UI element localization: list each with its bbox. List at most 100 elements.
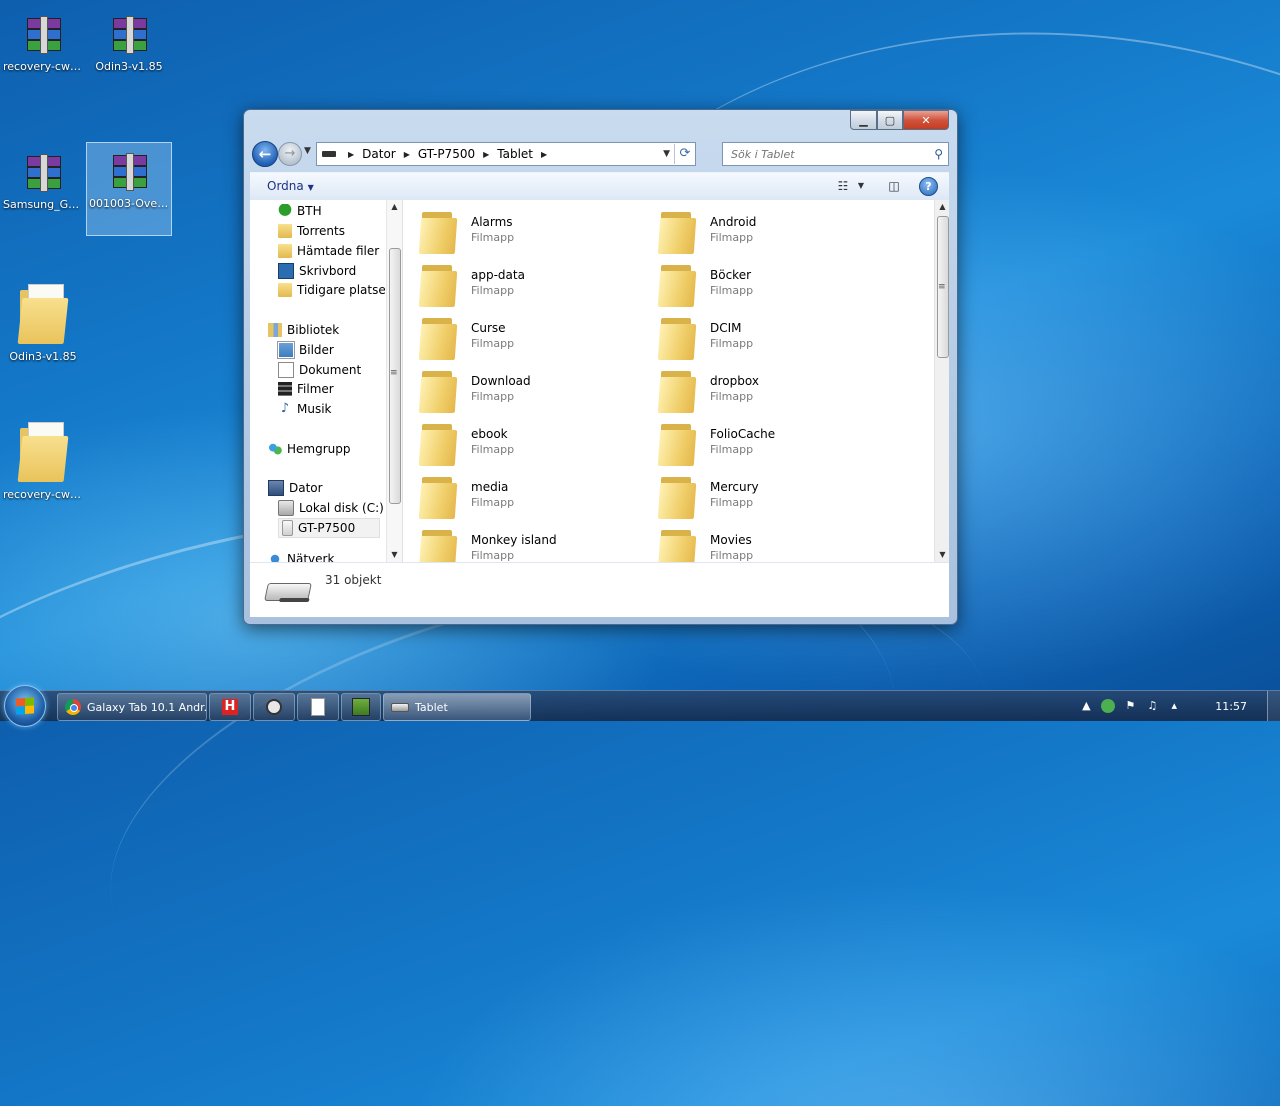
folder-item[interactable]: ebook Filmapp — [410, 418, 640, 470]
scroll-down-icon[interactable]: ▼ — [387, 548, 402, 562]
scroll-up-icon[interactable]: ▲ — [387, 200, 402, 214]
explorer-window: ▁ ▢ ✕ ← → ▼ ▶ Dator ▶ GT-P7500 ▶ Tablet … — [243, 109, 958, 625]
desktop-icon-odin-archive[interactable]: Odin3-v1.85 — [87, 6, 171, 102]
desktop-icon-label: recovery-cwm... — [3, 488, 85, 501]
nav-item-documents[interactable]: Dokument — [278, 361, 361, 379]
forward-button[interactable]: → — [278, 142, 302, 166]
nav-pane-scrollbar[interactable]: ▲ ≡ ▼ — [386, 200, 403, 562]
nav-item-pictures[interactable]: Bilder — [277, 341, 334, 359]
folder-type: Filmapp — [710, 496, 754, 509]
nav-item-videos[interactable]: Filmer — [278, 380, 334, 398]
taskbar-item-chrome[interactable]: Galaxy Tab 10.1 Andr... — [57, 693, 207, 721]
folder-item[interactable]: FolioCache Filmapp — [649, 418, 879, 470]
nav-item-torrents[interactable]: Torrents — [278, 222, 345, 240]
breadcrumb-gt-p7500[interactable]: GT-P7500 — [416, 147, 477, 161]
nav-item-libraries[interactable]: Bibliotek — [268, 321, 339, 339]
folder-name: Monkey island — [471, 533, 557, 547]
desktop-icon-samsung-archive[interactable]: Samsung_Gal... — [1, 144, 85, 236]
nav-item-label: Dator — [289, 481, 323, 495]
folder-type: Filmapp — [471, 390, 515, 403]
nav-item-recent-places[interactable]: Tidigare platser — [278, 281, 385, 299]
back-button[interactable]: ← — [252, 141, 278, 167]
folder-item[interactable]: Android Filmapp — [649, 206, 879, 258]
help-icon[interactable]: ? — [919, 177, 938, 196]
breadcrumb-separator-icon[interactable]: ▶ — [404, 150, 410, 159]
folder-item[interactable]: Monkey island Filmapp — [410, 524, 640, 562]
view-dropdown-icon[interactable]: ▼ — [855, 177, 867, 195]
recent-pages-dropdown[interactable]: ▼ — [304, 146, 311, 156]
clock[interactable]: 11:57 — [1215, 700, 1247, 713]
scroll-up-icon[interactable]: ▲ — [935, 200, 949, 214]
desktop-icon-odin-folder[interactable]: Odin3-v1.85 — [1, 280, 85, 376]
nav-item-gt-p7500[interactable]: GT-P7500 — [278, 518, 381, 538]
taskbar-item-tablet[interactable]: Tablet — [383, 693, 531, 721]
homegroup-icon — [268, 442, 282, 456]
nav-item-local-disk[interactable]: Lokal disk (C:) — [278, 499, 384, 517]
h-app-icon: H — [222, 699, 238, 715]
caption-buttons: ▁ ▢ ✕ — [850, 110, 949, 130]
folder-item[interactable]: Mercury Filmapp — [649, 471, 879, 523]
desktop-icon-recovery-archive[interactable]: recovery-cwm... — [1, 6, 85, 102]
start-button[interactable] — [4, 685, 46, 727]
organize-button[interactable]: Ordna ▼ — [267, 179, 314, 193]
network-signal-icon[interactable]: ▴ — [1167, 699, 1181, 713]
nav-item-label: Bibliotek — [287, 323, 340, 337]
folder-item[interactable]: Böcker Filmapp — [649, 259, 879, 311]
maximize-button[interactable]: ▢ — [877, 110, 903, 130]
folder-item[interactable]: media Filmapp — [410, 471, 640, 523]
nav-item-desktop[interactable]: Skrivbord — [278, 262, 356, 280]
nav-item-homegroup[interactable]: Hemgrupp — [268, 440, 351, 458]
nav-item-downloads[interactable]: Hämtade filer — [278, 242, 379, 260]
folder-name: Download — [471, 374, 531, 388]
folder-item[interactable]: app-data Filmapp — [410, 259, 640, 311]
nav-item-bth[interactable]: BTH — [278, 202, 322, 220]
folder-item[interactable]: Curse Filmapp — [410, 312, 640, 364]
refresh-icon[interactable]: ⟳ — [674, 144, 695, 164]
breadcrumb-separator-icon[interactable]: ▶ — [541, 150, 547, 159]
update-icon[interactable] — [1101, 699, 1116, 713]
show-desktop-button[interactable] — [1267, 691, 1280, 721]
scroll-down-icon[interactable]: ▼ — [935, 548, 949, 562]
scrollbar[interactable]: ▲ ≡ ▼ — [387, 200, 402, 562]
search-icon[interactable]: ⚲ — [934, 147, 943, 161]
folder-name: Mercury — [710, 480, 759, 494]
folder-icon — [418, 212, 458, 254]
taskbar-item-h-app[interactable]: H — [209, 693, 251, 721]
address-bar[interactable]: ▶ Dator ▶ GT-P7500 ▶ Tablet ▶ ▼ ⟳ — [316, 142, 696, 166]
breadcrumb-separator-icon[interactable]: ▶ — [348, 150, 354, 159]
recent-places-icon — [278, 283, 292, 297]
volume-icon[interactable]: ♫ — [1145, 699, 1159, 713]
action-center-icon[interactable]: ⚑ — [1123, 699, 1137, 713]
taskbar-item-steam[interactable] — [253, 693, 295, 721]
nav-item-computer[interactable]: Dator — [268, 479, 323, 497]
breadcrumb-separator-icon[interactable]: ▶ — [483, 150, 489, 159]
folder-item[interactable]: DCIM Filmapp — [649, 312, 879, 364]
folder-item[interactable]: Download Filmapp — [410, 365, 640, 417]
taskbar-item-label: Tablet — [415, 700, 448, 714]
taskbar-item-document[interactable] — [297, 693, 339, 721]
breadcrumb-tablet[interactable]: Tablet — [495, 147, 535, 161]
system-tray: ▲ ⚑ ♫ ▴ 11:57 — [1075, 691, 1280, 721]
show-hidden-icons-icon[interactable]: ▲ — [1079, 699, 1093, 713]
desktop-icon-overclock-archive[interactable]: 001003-Overc... — [86, 142, 172, 236]
folder-item[interactable]: Movies Filmapp — [649, 524, 879, 562]
preview-pane-icon[interactable]: ◫ — [886, 177, 902, 195]
close-button[interactable]: ✕ — [903, 110, 949, 130]
item-count: 31 objekt — [325, 573, 382, 587]
minimize-button[interactable]: ▁ — [850, 110, 877, 130]
search-input[interactable] — [729, 146, 923, 162]
nav-item-music[interactable]: ♪ Musik — [278, 400, 332, 418]
folder-icon — [17, 422, 69, 482]
folder-item[interactable]: Alarms Filmapp — [410, 206, 640, 258]
folder-icon — [657, 212, 697, 254]
desktop-icon-recovery-folder[interactable]: recovery-cwm... — [1, 418, 85, 514]
nav-item-network[interactable]: Nätverk — [268, 550, 334, 562]
breadcrumb-dator[interactable]: Dator — [360, 147, 398, 161]
folder-icon — [17, 284, 69, 344]
folder-item[interactable]: dropbox Filmapp — [649, 365, 879, 417]
view-options-icon[interactable]: ☷ — [835, 177, 851, 195]
taskbar-item-minecraft[interactable] — [341, 693, 381, 721]
search-box[interactable]: ⚲ — [722, 142, 949, 166]
file-list-scrollbar[interactable]: ▲ ≡ ▼ — [934, 200, 949, 562]
address-dropdown-icon[interactable]: ▼ — [659, 149, 674, 159]
